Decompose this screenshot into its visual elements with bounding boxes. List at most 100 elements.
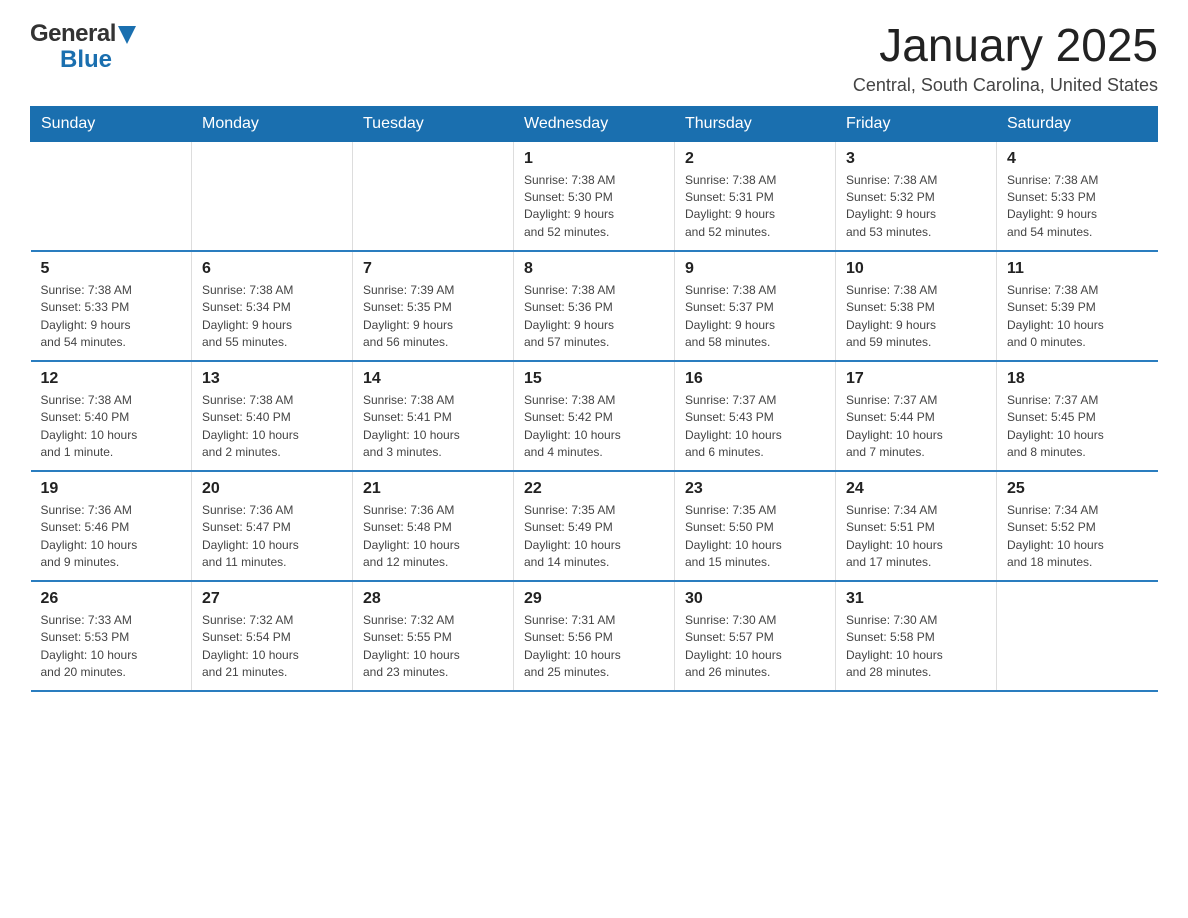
page-header: General Blue January 2025 Central, South… bbox=[30, 20, 1158, 96]
day-cell: 16Sunrise: 7:37 AM Sunset: 5:43 PM Dayli… bbox=[675, 361, 836, 471]
day-info: Sunrise: 7:34 AM Sunset: 5:52 PM Dayligh… bbox=[1007, 502, 1148, 572]
day-cell: 18 Sunrise: 7:37 AM Sunset: 5:45 PM Dayli… bbox=[997, 361, 1158, 471]
day-cell: 10Sunrise: 7:38 AM Sunset: 5:38 PM Dayli… bbox=[836, 251, 997, 361]
day-number: 18 bbox=[1007, 370, 1148, 388]
day-number: 2 bbox=[685, 150, 825, 168]
day-cell: 28 Sunrise: 7:32 AM Sunset: 5:55 PM Dayli… bbox=[353, 581, 514, 691]
day-number: 19 bbox=[41, 480, 182, 498]
day-number: 21 bbox=[363, 480, 503, 498]
day-cell: 27 Sunrise: 7:32 AM Sunset: 5:54 PM Dayli… bbox=[192, 581, 353, 691]
day-info: Sunrise: 7:32 AM Sunset: 5:54 PM Dayligh… bbox=[202, 612, 342, 682]
logo-general-text: General bbox=[30, 20, 116, 48]
col-header-monday: Monday bbox=[192, 106, 353, 141]
day-info: Sunrise: 7:32 AM Sunset: 5:55 PM Dayligh… bbox=[363, 612, 503, 682]
day-info: Sunrise: 7:37 AM Sunset: 5:45 PM Dayligh… bbox=[1007, 392, 1148, 462]
day-number: 3 bbox=[846, 150, 986, 168]
day-info: Sunrise: 7:38 AM Sunset: 5:33 PM Dayligh… bbox=[41, 282, 182, 352]
day-info: Sunrise: 7:38 AM Sunset: 5:41 PM Dayligh… bbox=[363, 392, 503, 462]
day-cell: 23 Sunrise: 7:35 AM Sunset: 5:50 PM Dayli… bbox=[675, 471, 836, 581]
logo: General Blue bbox=[30, 20, 136, 74]
day-number: 28 bbox=[363, 590, 503, 608]
day-number: 10 bbox=[846, 260, 986, 278]
day-cell: 1 Sunrise: 7:38 AM Sunset: 5:30 PM Daylig… bbox=[514, 141, 675, 251]
day-info: Sunrise: 7:33 AM Sunset: 5:53 PM Dayligh… bbox=[41, 612, 182, 682]
day-cell: 22Sunrise: 7:35 AM Sunset: 5:49 PM Dayli… bbox=[514, 471, 675, 581]
day-cell bbox=[353, 141, 514, 251]
day-info: Sunrise: 7:36 AM Sunset: 5:46 PM Dayligh… bbox=[41, 502, 182, 572]
day-number: 4 bbox=[1007, 150, 1148, 168]
day-cell: 7 Sunrise: 7:39 AM Sunset: 5:35 PM Daylig… bbox=[353, 251, 514, 361]
week-row-5: 26 Sunrise: 7:33 AM Sunset: 5:53 PM Dayli… bbox=[31, 581, 1158, 691]
calendar-header-row: SundayMondayTuesdayWednesdayThursdayFrid… bbox=[31, 106, 1158, 141]
col-header-friday: Friday bbox=[836, 106, 997, 141]
day-cell: 17Sunrise: 7:37 AM Sunset: 5:44 PM Dayli… bbox=[836, 361, 997, 471]
day-number: 1 bbox=[524, 150, 664, 168]
col-header-saturday: Saturday bbox=[997, 106, 1158, 141]
day-info: Sunrise: 7:38 AM Sunset: 5:40 PM Dayligh… bbox=[41, 392, 182, 462]
month-title: January 2025 bbox=[853, 20, 1158, 71]
day-info: Sunrise: 7:37 AM Sunset: 5:44 PM Dayligh… bbox=[846, 392, 986, 462]
day-number: 20 bbox=[202, 480, 342, 498]
day-info: Sunrise: 7:37 AM Sunset: 5:43 PM Dayligh… bbox=[685, 392, 825, 462]
day-cell: 6Sunrise: 7:38 AM Sunset: 5:34 PM Daylig… bbox=[192, 251, 353, 361]
day-cell bbox=[31, 141, 192, 251]
day-info: Sunrise: 7:36 AM Sunset: 5:48 PM Dayligh… bbox=[363, 502, 503, 572]
day-cell: 15 Sunrise: 7:38 AM Sunset: 5:42 PM Dayli… bbox=[514, 361, 675, 471]
col-header-wednesday: Wednesday bbox=[514, 106, 675, 141]
col-header-sunday: Sunday bbox=[31, 106, 192, 141]
logo-triangle-icon bbox=[118, 26, 136, 44]
day-cell: 20 Sunrise: 7:36 AM Sunset: 5:47 PM Dayli… bbox=[192, 471, 353, 581]
day-number: 9 bbox=[685, 260, 825, 278]
week-row-2: 5Sunrise: 7:38 AM Sunset: 5:33 PM Daylig… bbox=[31, 251, 1158, 361]
day-cell: 14 Sunrise: 7:38 AM Sunset: 5:41 PM Dayli… bbox=[353, 361, 514, 471]
day-number: 22 bbox=[524, 480, 664, 498]
col-header-thursday: Thursday bbox=[675, 106, 836, 141]
day-info: Sunrise: 7:38 AM Sunset: 5:42 PM Dayligh… bbox=[524, 392, 664, 462]
day-info: Sunrise: 7:30 AM Sunset: 5:57 PM Dayligh… bbox=[685, 612, 825, 682]
location-subtitle: Central, South Carolina, United States bbox=[853, 75, 1158, 96]
day-cell: 30 Sunrise: 7:30 AM Sunset: 5:57 PM Dayli… bbox=[675, 581, 836, 691]
day-cell: 26 Sunrise: 7:33 AM Sunset: 5:53 PM Dayli… bbox=[31, 581, 192, 691]
day-cell: 9 Sunrise: 7:38 AM Sunset: 5:37 PM Daylig… bbox=[675, 251, 836, 361]
calendar-table: SundayMondayTuesdayWednesdayThursdayFrid… bbox=[30, 106, 1158, 693]
day-cell: 13Sunrise: 7:38 AM Sunset: 5:40 PM Dayli… bbox=[192, 361, 353, 471]
logo-blue-text: Blue bbox=[60, 46, 112, 74]
day-cell: 12 Sunrise: 7:38 AM Sunset: 5:40 PM Dayli… bbox=[31, 361, 192, 471]
day-info: Sunrise: 7:34 AM Sunset: 5:51 PM Dayligh… bbox=[846, 502, 986, 572]
day-number: 30 bbox=[685, 590, 825, 608]
day-cell: 11 Sunrise: 7:38 AM Sunset: 5:39 PM Dayli… bbox=[997, 251, 1158, 361]
day-number: 26 bbox=[41, 590, 182, 608]
day-number: 27 bbox=[202, 590, 342, 608]
day-info: Sunrise: 7:36 AM Sunset: 5:47 PM Dayligh… bbox=[202, 502, 342, 572]
week-row-1: 1 Sunrise: 7:38 AM Sunset: 5:30 PM Daylig… bbox=[31, 141, 1158, 251]
day-info: Sunrise: 7:35 AM Sunset: 5:50 PM Dayligh… bbox=[685, 502, 825, 572]
day-cell: 24 Sunrise: 7:34 AM Sunset: 5:51 PM Dayli… bbox=[836, 471, 997, 581]
day-number: 29 bbox=[524, 590, 664, 608]
day-number: 23 bbox=[685, 480, 825, 498]
day-number: 15 bbox=[524, 370, 664, 388]
day-info: Sunrise: 7:38 AM Sunset: 5:32 PM Dayligh… bbox=[846, 172, 986, 242]
day-number: 31 bbox=[846, 590, 986, 608]
day-number: 11 bbox=[1007, 260, 1148, 278]
day-number: 8 bbox=[524, 260, 664, 278]
day-info: Sunrise: 7:38 AM Sunset: 5:31 PM Dayligh… bbox=[685, 172, 825, 242]
day-number: 13 bbox=[202, 370, 342, 388]
day-info: Sunrise: 7:39 AM Sunset: 5:35 PM Dayligh… bbox=[363, 282, 503, 352]
day-number: 25 bbox=[1007, 480, 1148, 498]
day-number: 12 bbox=[41, 370, 182, 388]
day-cell bbox=[997, 581, 1158, 691]
day-number: 24 bbox=[846, 480, 986, 498]
day-cell: 2 Sunrise: 7:38 AM Sunset: 5:31 PM Daylig… bbox=[675, 141, 836, 251]
week-row-3: 12 Sunrise: 7:38 AM Sunset: 5:40 PM Dayli… bbox=[31, 361, 1158, 471]
day-number: 14 bbox=[363, 370, 503, 388]
day-cell: 3 Sunrise: 7:38 AM Sunset: 5:32 PM Daylig… bbox=[836, 141, 997, 251]
day-info: Sunrise: 7:38 AM Sunset: 5:39 PM Dayligh… bbox=[1007, 282, 1148, 352]
day-cell: 21 Sunrise: 7:36 AM Sunset: 5:48 PM Dayli… bbox=[353, 471, 514, 581]
day-info: Sunrise: 7:38 AM Sunset: 5:30 PM Dayligh… bbox=[524, 172, 664, 242]
day-number: 7 bbox=[363, 260, 503, 278]
day-info: Sunrise: 7:38 AM Sunset: 5:36 PM Dayligh… bbox=[524, 282, 664, 352]
day-cell: 19 Sunrise: 7:36 AM Sunset: 5:46 PM Dayli… bbox=[31, 471, 192, 581]
day-info: Sunrise: 7:31 AM Sunset: 5:56 PM Dayligh… bbox=[524, 612, 664, 682]
title-block: January 2025 Central, South Carolina, Un… bbox=[853, 20, 1158, 96]
day-info: Sunrise: 7:38 AM Sunset: 5:37 PM Dayligh… bbox=[685, 282, 825, 352]
